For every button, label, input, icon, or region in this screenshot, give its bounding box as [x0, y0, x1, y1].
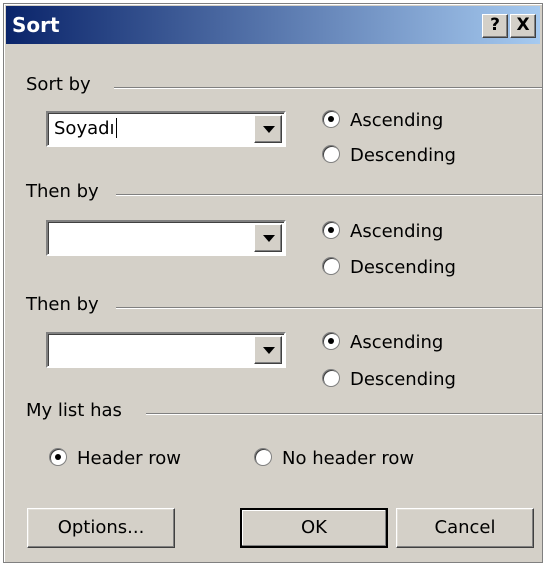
sort-by-dropdown[interactable]: Soyadı: [46, 111, 286, 147]
sort-by-ascending-label: Ascending: [350, 110, 444, 131]
then-by-1-label: Then by: [26, 181, 105, 202]
sort-by-descending-label: Descending: [350, 145, 456, 166]
sort-by-ascending-radio[interactable]: Ascending: [322, 110, 443, 131]
radio-unselected-icon: [254, 448, 272, 466]
sort-by-descending-radio[interactable]: Descending: [322, 145, 456, 166]
no-header-row-label: No header row: [282, 448, 415, 469]
radio-unselected-icon: [322, 257, 340, 275]
then-by-1-descending-label: Descending: [350, 257, 456, 278]
sort-by-divider: [114, 87, 542, 89]
then-by-2-descending-radio[interactable]: Descending: [322, 369, 456, 390]
then-by-2-ascending-label: Ascending: [350, 332, 444, 353]
then-by-2-descending-label: Descending: [350, 369, 456, 390]
then-by-1-ascending-radio[interactable]: Ascending: [322, 221, 443, 242]
then-by-1-ascending-label: Ascending: [350, 221, 444, 242]
sort-dialog: Sort ? X Sort by Soyadı Ascending Descen…: [3, 3, 543, 563]
radio-selected-icon: [322, 221, 340, 239]
close-button[interactable]: X: [510, 14, 536, 38]
then-by-2-divider: [116, 307, 542, 309]
title-bar[interactable]: Sort ? X: [6, 6, 540, 44]
ok-button[interactable]: OK: [240, 508, 388, 548]
then-by-2-ascending-radio[interactable]: Ascending: [322, 332, 443, 353]
options-button[interactable]: Options...: [27, 508, 175, 548]
then-by-2-dropdown[interactable]: [46, 332, 286, 368]
dropdown-arrow-icon[interactable]: [254, 115, 282, 143]
cancel-button[interactable]: Cancel: [396, 508, 534, 548]
radio-selected-icon: [322, 332, 340, 350]
radio-selected-icon: [49, 448, 67, 466]
sort-by-label: Sort by: [26, 74, 97, 95]
list-has-divider: [146, 413, 542, 415]
no-header-row-radio[interactable]: No header row: [254, 448, 414, 469]
then-by-2-label: Then by: [26, 294, 105, 315]
radio-selected-icon: [322, 110, 340, 128]
text-cursor: [115, 118, 117, 138]
then-by-1-dropdown[interactable]: [46, 220, 286, 256]
radio-unselected-icon: [322, 369, 340, 387]
help-button[interactable]: ?: [482, 14, 508, 38]
list-has-label: My list has: [26, 400, 128, 421]
dialog-title: Sort: [12, 13, 60, 37]
then-by-1-divider: [116, 194, 542, 196]
radio-unselected-icon: [322, 145, 340, 163]
then-by-1-descending-radio[interactable]: Descending: [322, 257, 456, 278]
dropdown-arrow-icon[interactable]: [254, 224, 282, 252]
sort-by-value: Soyadı: [54, 118, 115, 139]
dropdown-arrow-icon[interactable]: [254, 336, 282, 364]
header-row-radio[interactable]: Header row: [49, 448, 181, 469]
header-row-label: Header row: [77, 448, 182, 469]
